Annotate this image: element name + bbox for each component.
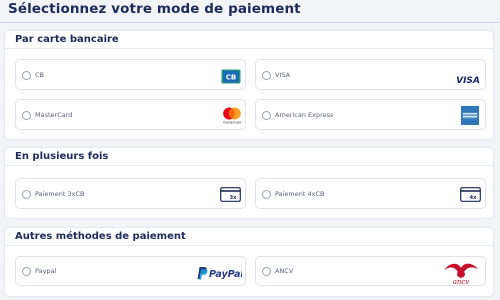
card-3x-text: 3x [230, 195, 237, 201]
ancv-logo-text: ancv [453, 278, 470, 285]
visa-logo-icon: VISA [456, 70, 480, 89]
option-paypal[interactable]: Paypal PayPal [15, 256, 246, 286]
option-mastercard[interactable]: MasterCard mastercard [15, 99, 246, 130]
option-amex[interactable]: American Express [255, 99, 486, 130]
radio-amex[interactable] [262, 111, 271, 120]
option-3xcb[interactable]: Paiement 3xCB 3x [15, 178, 246, 209]
option-label-ancv: ANCV [275, 267, 294, 275]
section-title-installments: En plusieurs fois [15, 151, 109, 162]
paypal-logo-text: PayPal [209, 269, 242, 280]
option-label-amex: American Express [275, 111, 334, 119]
card-4x-text: 4x [470, 195, 477, 201]
paypal-logo-icon: PayPal [196, 265, 244, 284]
section-title-other: Autres méthodes de paiement [15, 231, 186, 242]
page-title: Sélectionnez votre mode de paiement [8, 1, 301, 17]
radio-paypal[interactable] [22, 267, 31, 276]
radio-ancv[interactable] [262, 267, 271, 276]
card-3x-icon: 3x [220, 187, 241, 206]
section-divider [5, 245, 493, 246]
option-label-paypal: Paypal [35, 267, 57, 275]
section-title-card: Par carte bancaire [15, 34, 119, 45]
radio-3xcb[interactable] [22, 190, 31, 199]
option-label-visa: VISA [275, 71, 291, 79]
section-divider [5, 48, 493, 49]
option-label-3xcb: Paiement 3xCB [35, 190, 85, 198]
radio-cb[interactable] [22, 71, 31, 80]
radio-mastercard[interactable] [22, 111, 31, 120]
radio-4xcb[interactable] [262, 190, 271, 199]
option-visa[interactable]: VISA VISA [255, 59, 486, 90]
title-divider [0, 22, 500, 23]
option-label-4xcb: Paiement 4xCB [275, 190, 325, 198]
mastercard-logo-icon: mastercard [222, 106, 242, 129]
radio-visa[interactable] [262, 71, 271, 80]
section-installments: En plusieurs fois Paiement 3xCB 3x Paiem… [5, 148, 493, 218]
option-label-cb: CB [35, 71, 44, 79]
section-other: Autres méthodes de paiement Paypal PayPa… [5, 228, 493, 296]
option-cb[interactable]: CB CB [15, 59, 246, 90]
option-label-mastercard: MasterCard [35, 111, 73, 119]
svg-text:CB: CB [226, 73, 236, 81]
section-card: Par carte bancaire CB CB VISA VISA Maste… [5, 31, 493, 139]
option-ancv[interactable]: ANCV ancv [255, 256, 486, 286]
option-4xcb[interactable]: Paiement 4xCB 4x [255, 178, 486, 209]
mastercard-logo-text: mastercard [223, 121, 241, 125]
ancv-logo-icon: ancv [442, 259, 480, 289]
visa-logo-text: VISA [456, 76, 480, 85]
section-divider [5, 165, 493, 166]
american-express-logo-icon [461, 106, 479, 129]
card-4x-icon: 4x [460, 187, 481, 206]
cb-card-icon: CB [221, 69, 241, 88]
